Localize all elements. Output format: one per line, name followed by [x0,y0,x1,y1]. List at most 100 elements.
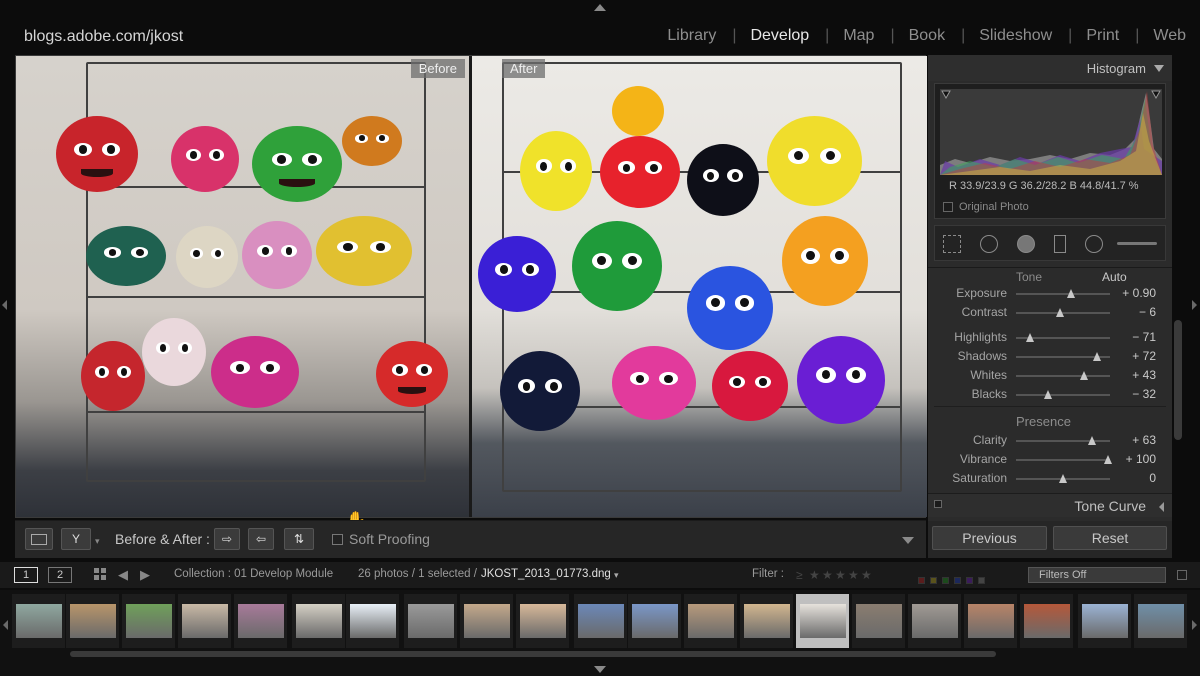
filmstrip-thumbnail[interactable] [460,594,513,648]
tone-curve-header[interactable]: Tone Curve [928,493,1172,517]
spot-removal-tool-icon[interactable] [980,235,998,253]
slider-saturation[interactable]: Saturation 0 [928,469,1172,488]
toolbar-menu-icon[interactable] [902,537,914,544]
slider-thumb[interactable] [1104,455,1113,464]
slider-track[interactable] [1016,333,1110,342]
slider-value[interactable]: + 100 [1126,452,1156,466]
filmstrip-thumbnail[interactable] [1020,594,1073,648]
grid-view-icon[interactable] [94,568,106,580]
after-image[interactable]: After [472,56,927,517]
swap-before-after-button[interactable]: ⇅ [284,528,314,550]
slider-value[interactable]: + 0.90 [1122,286,1156,300]
slider-value[interactable]: + 72 [1132,349,1156,363]
slider-clarity[interactable]: Clarity + 63 [928,431,1172,450]
slider-value[interactable]: − 6 [1139,305,1156,319]
star-icon[interactable]: ★ [835,568,848,582]
star-icon[interactable]: ★ [809,568,822,582]
filmstrip-scroll-right-icon[interactable] [1192,620,1197,630]
filmstrip-thumbnail[interactable] [234,594,287,648]
rating-filter[interactable]: ≥ ★ ★ ★ ★ ★ [796,568,874,582]
filmstrip-thumbnail[interactable] [12,594,65,648]
graduated-filter-tool-icon[interactable] [1054,235,1066,253]
filter-preset-select[interactable]: Filters Off [1028,567,1166,583]
module-develop[interactable]: Develop [750,27,809,45]
slider-track[interactable] [1016,308,1110,317]
filmstrip-thumbnail[interactable] [292,594,345,648]
module-map[interactable]: Map [843,27,874,45]
expand-icon[interactable] [1159,502,1164,512]
slider-track[interactable] [1016,455,1113,464]
filmstrip-thumbnail[interactable] [178,594,231,648]
green-label-swatch[interactable] [942,577,949,584]
module-print[interactable]: Print [1086,27,1119,45]
filmstrip-thumbnail[interactable] [628,594,681,648]
filmstrip-thumbnail[interactable] [516,594,569,648]
blue-label-swatch[interactable] [954,577,961,584]
star-icon[interactable]: ★ [848,568,861,582]
view-mode-dropdown-icon[interactable]: ▾ [95,536,100,547]
slider-thumb[interactable] [1079,371,1088,380]
primary-window-button[interactable]: 1 [14,567,38,583]
module-slideshow[interactable]: Slideshow [979,27,1052,45]
soft-proofing-checkbox[interactable] [332,534,343,545]
histogram-header[interactable]: Histogram [928,55,1172,81]
purple-label-swatch[interactable] [966,577,973,584]
color-label-filter[interactable] [918,571,990,589]
slider-shadows[interactable]: Shadows + 72 [928,347,1172,366]
filmstrip-thumbnail[interactable] [66,594,119,648]
filmstrip-thumbnail[interactable] [122,594,175,648]
filmstrip-thumbnail[interactable] [740,594,793,648]
module-web[interactable]: Web [1153,27,1186,45]
filmstrip-thumbnail[interactable] [1078,594,1131,648]
before-after-view-button[interactable]: Y [61,528,91,550]
image-viewer[interactable]: Before After ✋ [15,55,927,529]
filmstrip-thumbnail[interactable] [1134,594,1187,648]
histogram-graph[interactable] [940,89,1162,175]
gray-label-swatch[interactable] [978,577,985,584]
slider-track[interactable] [1016,390,1110,399]
filmstrip-scrollbar[interactable] [70,651,996,657]
right-panel-toggle-icon[interactable] [1192,300,1197,310]
slider-value[interactable]: − 32 [1132,387,1156,401]
original-photo-toggle[interactable]: Original Photo [943,201,1029,213]
slider-blacks[interactable]: Blacks − 32 [928,385,1172,404]
slider-value[interactable]: + 43 [1132,368,1156,382]
module-book[interactable]: Book [909,27,945,45]
slider-thumb[interactable] [1067,289,1076,298]
filmstrip-thumbnail[interactable] [346,594,399,648]
slider-whites[interactable]: Whites + 43 [928,366,1172,385]
red-label-swatch[interactable] [918,577,925,584]
slider-thumb[interactable] [1088,436,1097,445]
filmstrip-thumbnail[interactable] [852,594,905,648]
slider-vibrance[interactable]: Vibrance + 100 [928,450,1172,469]
slider-track[interactable] [1016,371,1110,380]
filmstrip-thumbnail[interactable] [404,594,457,648]
slider-value[interactable]: − 71 [1132,330,1156,344]
slider-thumb[interactable] [1043,390,1052,399]
collapse-icon[interactable] [1154,65,1164,72]
slider-thumb[interactable] [1026,333,1035,342]
star-icon[interactable]: ★ [861,568,874,582]
collection-source[interactable]: Collection : 01 Develop Module [174,568,333,580]
forward-arrow-icon[interactable]: ▶ [140,567,150,583]
loupe-view-button[interactable] [25,528,53,550]
module-library[interactable]: Library [667,27,716,45]
slider-thumb[interactable] [1092,352,1101,361]
filmstrip-thumbnail[interactable] [574,594,627,648]
slider-value[interactable]: 0 [1149,471,1156,485]
bottom-panel-toggle-icon[interactable] [594,666,606,673]
filter-lock-icon[interactable] [1177,570,1187,580]
before-image[interactable]: Before [16,56,469,517]
slider-track[interactable] [1016,436,1110,445]
back-arrow-icon[interactable]: ◀ [118,567,128,583]
radial-filter-tool-icon[interactable] [1085,235,1103,253]
slider-exposure[interactable]: Exposure + 0.90 [928,284,1172,303]
slider-track[interactable] [1016,474,1110,483]
auto-tone-button[interactable]: Auto [1102,270,1127,284]
yellow-label-swatch[interactable] [930,577,937,584]
secondary-window-button[interactable]: 2 [48,567,72,583]
filmstrip-thumbnail[interactable] [908,594,961,648]
tone-curve-toggle[interactable] [934,500,942,508]
original-photo-checkbox[interactable] [943,202,953,212]
adjustment-brush-tool-icon[interactable] [1117,242,1157,245]
